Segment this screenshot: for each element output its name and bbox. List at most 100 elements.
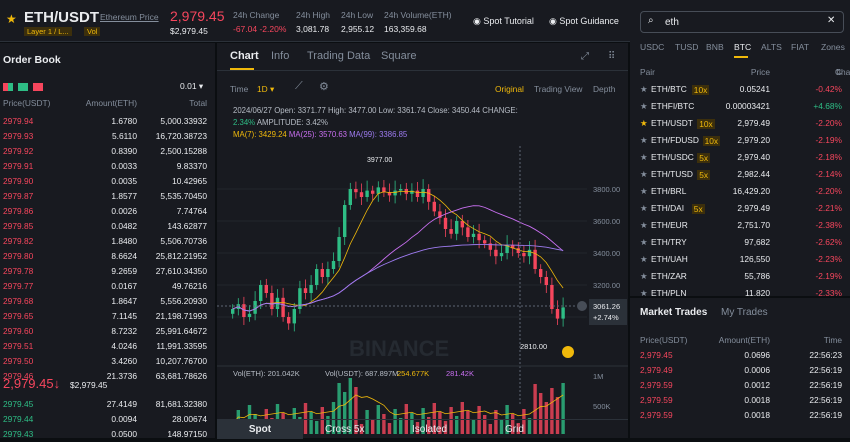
ask-row[interactable]: 2979.68 1.8647 5,556.20930 [0, 294, 215, 309]
favorite-star-icon[interactable]: ★ [640, 217, 648, 234]
market-change: -2.18% [815, 152, 842, 162]
favorite-star-icon[interactable]: ★ [640, 98, 648, 115]
bid-row[interactable]: 2979.45 27.4149 81,681.32380 [0, 397, 215, 412]
expand-icon[interactable]: ⤢ [581, 51, 589, 62]
market-row[interactable]: ★ ETHFI/BTC 0.00003421 +4.68% [630, 98, 850, 115]
market-row[interactable]: ★ ETH/TUSD 5x 2,982.44 -2.14% [630, 166, 850, 183]
quote-tab-alts[interactable]: ALTS [761, 42, 782, 52]
favorite-star-icon[interactable]: ★ [640, 115, 648, 132]
ask-price: 2979.93 [3, 131, 34, 141]
market-row[interactable]: ★ ETH/UAH 126,550 -2.23% [630, 251, 850, 268]
favorite-star-icon[interactable]: ★ [640, 268, 648, 285]
favorite-star-icon[interactable]: ★ [640, 81, 648, 98]
quote-tab-fiat[interactable]: FIAT [791, 42, 809, 52]
order-book-bids-icon[interactable] [18, 83, 28, 91]
quote-tab-zones[interactable]: Zones [821, 42, 845, 52]
market-row[interactable]: ★ ETH/TRY 97,682 -2.62% [630, 234, 850, 251]
pair-search-box[interactable]: ⌕ ✕ [640, 11, 844, 33]
tab-spot[interactable]: Spot [217, 420, 303, 439]
candle-body [471, 233, 476, 237]
ask-row[interactable]: 2979.60 8.7232 25,991.64672 [0, 324, 215, 339]
precision-select[interactable]: 0.01 ▾ [180, 81, 203, 92]
tab-info[interactable]: Info [271, 50, 289, 62]
quote-tab-bnb[interactable]: BNB [706, 42, 724, 52]
candle-body [231, 309, 235, 314]
ask-row[interactable]: 2979.51 4.0246 11,991.33595 [0, 339, 215, 354]
pair-title[interactable]: ETH/USDT [24, 9, 99, 26]
favorite-star-icon[interactable]: ★ [640, 285, 648, 296]
bid-row[interactable]: 2979.43 0.0500 148.97150 [0, 427, 215, 442]
spot-guidance-button[interactable]: ◉ Spot Guidance [549, 16, 619, 27]
market-change: -2.19% [815, 135, 842, 145]
vol-tag[interactable]: Vol [84, 27, 101, 36]
favorite-star-icon[interactable]: ★ [640, 149, 648, 166]
candle-body [303, 288, 308, 293]
tab-my-trades[interactable]: My Trades [721, 307, 768, 318]
quote-tab-btc[interactable]: BTC [734, 42, 751, 52]
tab-market-trades[interactable]: Market Trades [640, 307, 707, 318]
quote-tab-underline [734, 56, 748, 58]
ask-row[interactable]: 2979.78 9.2659 27,610.34350 [0, 264, 215, 279]
ask-row[interactable]: 2979.94 1.6780 5,000.33932 [0, 114, 215, 129]
tab-square[interactable]: Square [381, 50, 416, 62]
search-input[interactable] [665, 15, 815, 29]
down-arrow-icon: ↓ [53, 376, 61, 391]
tab-grid[interactable]: Grid [505, 424, 524, 435]
trade-row: 2,979.59 0.0018 22:56:19 [630, 408, 850, 423]
ask-total: 16,720.38723 [155, 131, 207, 141]
market-list: ★ ETH/BTC 10x 0.05241 -0.42% ★ ETHFI/BTC 0.0000… [630, 81, 850, 296]
favorite-star-icon[interactable]: ★ [640, 234, 648, 251]
candle-body [371, 190, 375, 194]
ask-row[interactable]: 2979.65 7.1145 21,198.71993 [0, 309, 215, 324]
order-book-both-icon[interactable] [3, 83, 13, 91]
ask-row[interactable]: 2979.92 0.8390 2,500.15288 [0, 144, 215, 159]
market-row[interactable]: ★ ETH/BRL 16,429.20 -2.20% [630, 183, 850, 200]
ask-row[interactable]: 2979.85 0.0482 143.62877 [0, 219, 215, 234]
market-row[interactable]: ★ ETH/ZAR 55,786 -2.19% [630, 268, 850, 285]
market-row[interactable]: ★ ETH/DAI 5x 2,979.49 -2.21% [630, 200, 850, 217]
ask-row[interactable]: 2979.91 0.0033 9.83370 [0, 159, 215, 174]
ask-row[interactable]: 2979.87 1.8577 5,535.70450 [0, 189, 215, 204]
market-row[interactable]: ★ ETH/BTC 10x 0.05241 -0.42% [630, 81, 850, 98]
favorite-star-icon[interactable]: ★ [6, 12, 17, 26]
favorite-star-icon[interactable]: ★ [640, 183, 648, 200]
ask-row[interactable]: 2979.90 0.0035 10.42965 [0, 174, 215, 189]
clear-search-icon[interactable]: ✕ [827, 15, 835, 26]
market-row[interactable]: ★ ETH/EUR 2,751.70 -2.38% [630, 217, 850, 234]
ask-price: 2979.85 [3, 221, 34, 231]
ask-amount: 21.3736 [106, 371, 137, 381]
more-icon[interactable]: ⠿ [608, 51, 615, 62]
ask-row[interactable]: 2979.82 1.8480 5,506.70736 [0, 234, 215, 249]
market-row[interactable]: ★ ETH/USDC 5x 2,979.40 -2.18% [630, 149, 850, 166]
market-row[interactable]: ★ ETH/FDUSD 10x 2,979.20 -2.19% [630, 132, 850, 149]
ask-row[interactable]: 2979.80 8.6624 25,812.21952 [0, 249, 215, 264]
bid-row[interactable]: 2979.44 0.0094 28.00674 [0, 412, 215, 427]
layer-tag[interactable]: Layer 1 / L... [24, 27, 72, 36]
candlestick-chart[interactable]: 3800.003600.003400.003200.003000.00BINAN… [217, 86, 628, 438]
ask-row[interactable]: 2979.93 5.6110 16,720.38723 [0, 129, 215, 144]
tab-chart[interactable]: Chart [230, 50, 259, 62]
order-book-asks-icon[interactable] [33, 83, 43, 91]
ask-row[interactable]: 2979.86 0.0026 7.74764 [0, 204, 215, 219]
ask-total: 10.42965 [172, 176, 207, 186]
tab-cross[interactable]: Cross 5x [325, 424, 364, 435]
tab-isolated[interactable]: Isolated [412, 424, 447, 435]
market-row[interactable]: ★ ETH/USDT 10x 2,979.49 -2.20% [630, 115, 850, 132]
pair-full-name[interactable]: Ethereum Price [100, 12, 159, 22]
ask-row[interactable]: 2979.50 3.4260 10,207.76700 [0, 354, 215, 369]
quote-tab-tusd[interactable]: TUSD [675, 42, 698, 52]
ask-price: 2979.92 [3, 146, 34, 156]
tab-trading-data[interactable]: Trading Data [307, 50, 370, 62]
ask-row[interactable]: 2979.77 0.0167 49.76216 [0, 279, 215, 294]
favorite-star-icon[interactable]: ★ [640, 251, 648, 268]
spot-tutorial-button[interactable]: ◉ Spot Tutorial [473, 16, 534, 27]
favorite-star-icon[interactable]: ★ [640, 166, 648, 183]
ask-amount: 5.6110 [112, 131, 137, 141]
plus-icon[interactable] [577, 301, 587, 311]
favorite-star-icon[interactable]: ★ [640, 132, 648, 149]
favorite-star-icon[interactable]: ★ [640, 200, 648, 217]
market-row[interactable]: ★ ETH/PLN 11,820 -2.33% [630, 285, 850, 296]
quote-tab-usdc[interactable]: USDC [640, 42, 664, 52]
event-marker-icon[interactable] [562, 346, 574, 358]
change-sort[interactable]: Change ⇅ [835, 64, 850, 81]
